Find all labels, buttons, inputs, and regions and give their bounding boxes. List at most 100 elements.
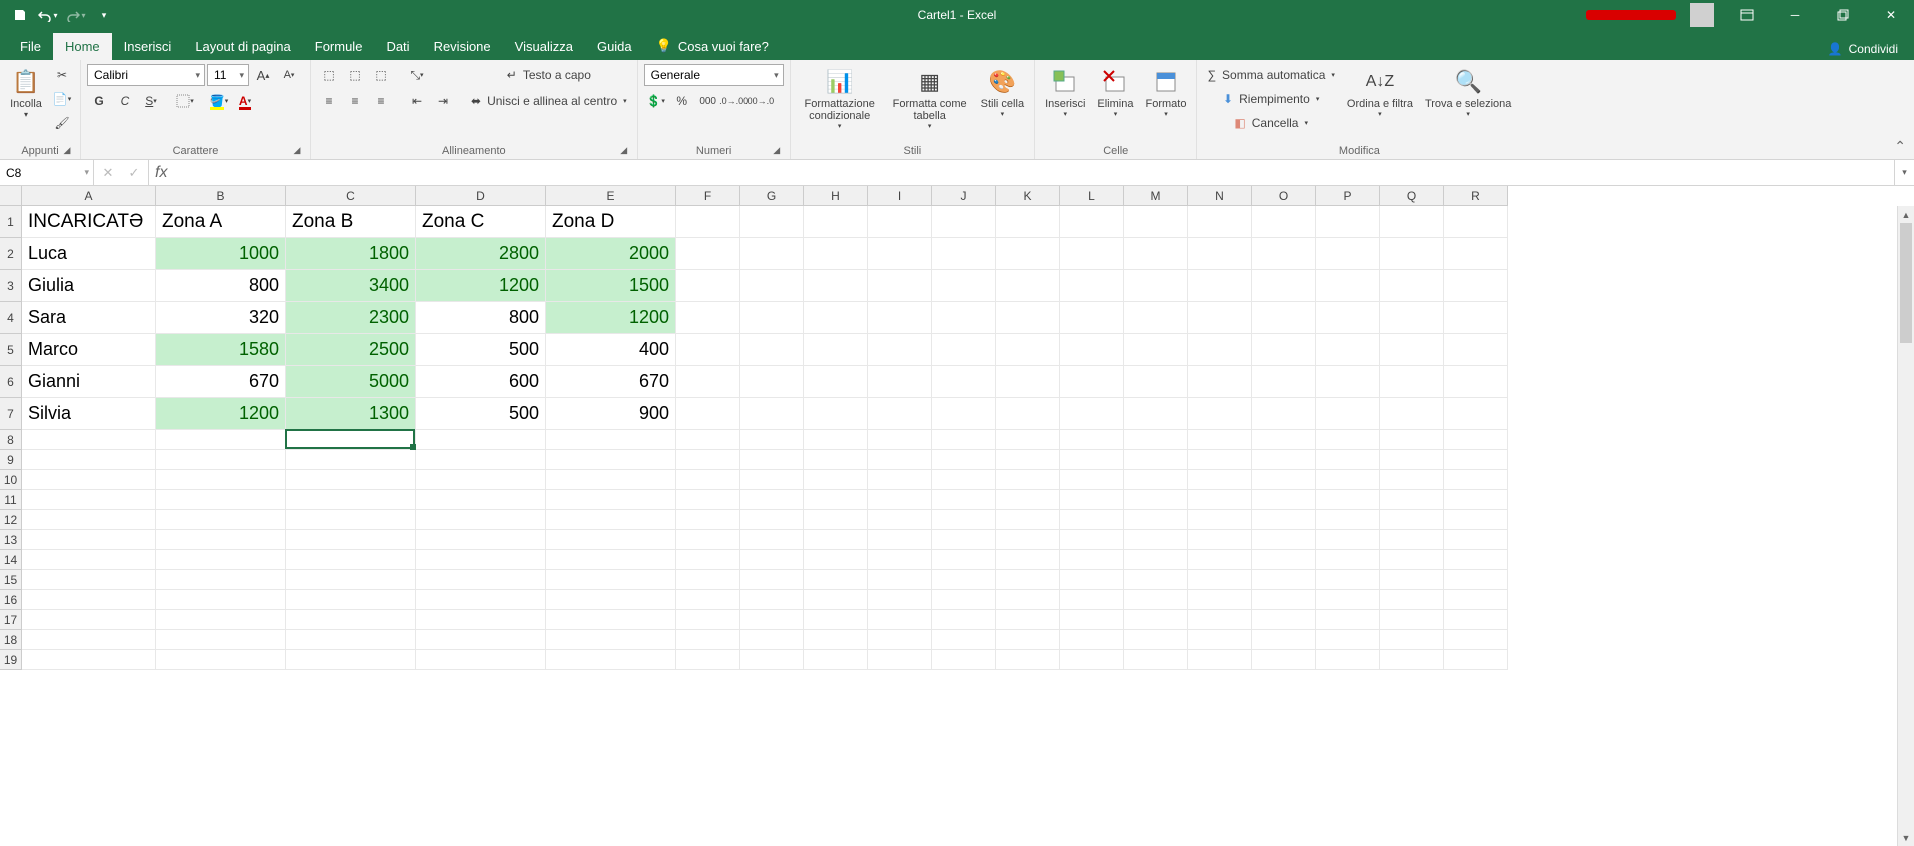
row-header-18[interactable]: 18 — [0, 630, 22, 650]
cell[interactable] — [804, 650, 868, 670]
cell[interactable] — [1060, 530, 1124, 550]
vertical-scrollbar[interactable]: ▲ ▼ — [1897, 206, 1914, 846]
italic-button[interactable]: C — [113, 90, 137, 112]
cell[interactable] — [932, 238, 996, 270]
tab-home[interactable]: Home — [53, 33, 112, 60]
cell[interactable] — [932, 270, 996, 302]
row-header-10[interactable]: 10 — [0, 470, 22, 490]
decrease-decimal-button[interactable]: .00→.0 — [748, 90, 772, 112]
cell[interactable]: 670 — [546, 366, 676, 398]
cell[interactable] — [156, 430, 286, 450]
cell[interactable] — [740, 630, 804, 650]
row-header-16[interactable]: 16 — [0, 590, 22, 610]
cell[interactable] — [1124, 590, 1188, 610]
cell[interactable]: 400 — [546, 334, 676, 366]
cell[interactable] — [1380, 490, 1444, 510]
cell[interactable] — [868, 206, 932, 238]
accounting-button[interactable]: 💲▾ — [644, 90, 668, 112]
cell[interactable] — [1380, 530, 1444, 550]
cell[interactable] — [1252, 398, 1316, 430]
cell[interactable] — [740, 366, 804, 398]
cell[interactable] — [286, 650, 416, 670]
cell[interactable] — [1188, 430, 1252, 450]
clear-button[interactable]: ◧Cancella▾ — [1203, 112, 1338, 134]
cell[interactable] — [804, 302, 868, 334]
cell[interactable] — [1316, 270, 1380, 302]
cell[interactable]: 2500 — [286, 334, 416, 366]
font-launcher[interactable]: ◢ — [290, 143, 304, 157]
increase-indent-button[interactable]: ⇥ — [431, 90, 455, 112]
cell[interactable] — [932, 334, 996, 366]
cell[interactable] — [740, 530, 804, 550]
font-size-combo[interactable]: 11 — [207, 64, 249, 86]
cell[interactable] — [996, 270, 1060, 302]
cell[interactable] — [868, 510, 932, 530]
cell[interactable] — [1380, 550, 1444, 570]
cell[interactable] — [1444, 302, 1508, 334]
cell[interactable] — [932, 450, 996, 470]
cell[interactable] — [1060, 610, 1124, 630]
cell[interactable]: 5000 — [286, 366, 416, 398]
cell[interactable] — [676, 610, 740, 630]
cell[interactable] — [22, 650, 156, 670]
cell[interactable] — [996, 450, 1060, 470]
cell[interactable] — [1444, 450, 1508, 470]
cell[interactable] — [286, 430, 416, 450]
cell[interactable] — [416, 650, 546, 670]
cell[interactable] — [996, 650, 1060, 670]
cell[interactable] — [1060, 270, 1124, 302]
cell[interactable] — [740, 510, 804, 530]
cell[interactable]: 1200 — [546, 302, 676, 334]
cell[interactable] — [804, 398, 868, 430]
collapse-ribbon-button[interactable]: ⌃ — [1894, 138, 1906, 155]
scroll-up-button[interactable]: ▲ — [1898, 206, 1914, 223]
cell[interactable] — [156, 650, 286, 670]
cell[interactable] — [1060, 490, 1124, 510]
cell[interactable] — [1252, 550, 1316, 570]
cell[interactable] — [1252, 430, 1316, 450]
cell[interactable] — [1188, 590, 1252, 610]
cell[interactable] — [1380, 630, 1444, 650]
cell[interactable] — [22, 450, 156, 470]
cell[interactable] — [1060, 470, 1124, 490]
tab-view[interactable]: Visualizza — [503, 33, 585, 60]
cell[interactable] — [1444, 334, 1508, 366]
cell[interactable] — [286, 630, 416, 650]
col-header-Q[interactable]: Q — [1380, 186, 1444, 206]
row-header-2[interactable]: 2 — [0, 238, 22, 270]
share-button[interactable]: Condividi — [1849, 42, 1898, 56]
cell[interactable] — [676, 334, 740, 366]
user-avatar[interactable] — [1690, 3, 1714, 27]
font-color-button[interactable]: A▾ — [233, 90, 257, 112]
fill-button[interactable]: ⬇Riempimento▾ — [1203, 88, 1338, 110]
col-header-P[interactable]: P — [1316, 186, 1380, 206]
cell[interactable] — [22, 490, 156, 510]
cell[interactable]: 1200 — [156, 398, 286, 430]
cell[interactable] — [740, 430, 804, 450]
cell[interactable] — [676, 550, 740, 570]
cell[interactable] — [932, 206, 996, 238]
cell[interactable] — [1060, 550, 1124, 570]
copy-button[interactable]: 📄▾ — [50, 88, 74, 110]
formula-input[interactable] — [173, 160, 1894, 185]
cell[interactable] — [868, 490, 932, 510]
cell[interactable] — [676, 238, 740, 270]
cell[interactable]: 1200 — [416, 270, 546, 302]
cell[interactable] — [1252, 590, 1316, 610]
cell[interactable] — [156, 470, 286, 490]
ribbon-display-button[interactable] — [1724, 0, 1770, 30]
fill-color-button[interactable]: 🪣▾ — [207, 90, 231, 112]
cell[interactable] — [1252, 334, 1316, 366]
underline-button[interactable]: S▾ — [139, 90, 163, 112]
row-header-6[interactable]: 6 — [0, 366, 22, 398]
cell[interactable] — [1188, 650, 1252, 670]
cell[interactable] — [868, 570, 932, 590]
cell[interactable] — [1316, 570, 1380, 590]
row-header-3[interactable]: 3 — [0, 270, 22, 302]
cell[interactable]: INCARICATƏ — [22, 206, 156, 238]
col-header-K[interactable]: K — [996, 186, 1060, 206]
cell[interactable] — [1380, 270, 1444, 302]
cell[interactable] — [1316, 238, 1380, 270]
row-header-8[interactable]: 8 — [0, 430, 22, 450]
cell[interactable] — [286, 490, 416, 510]
